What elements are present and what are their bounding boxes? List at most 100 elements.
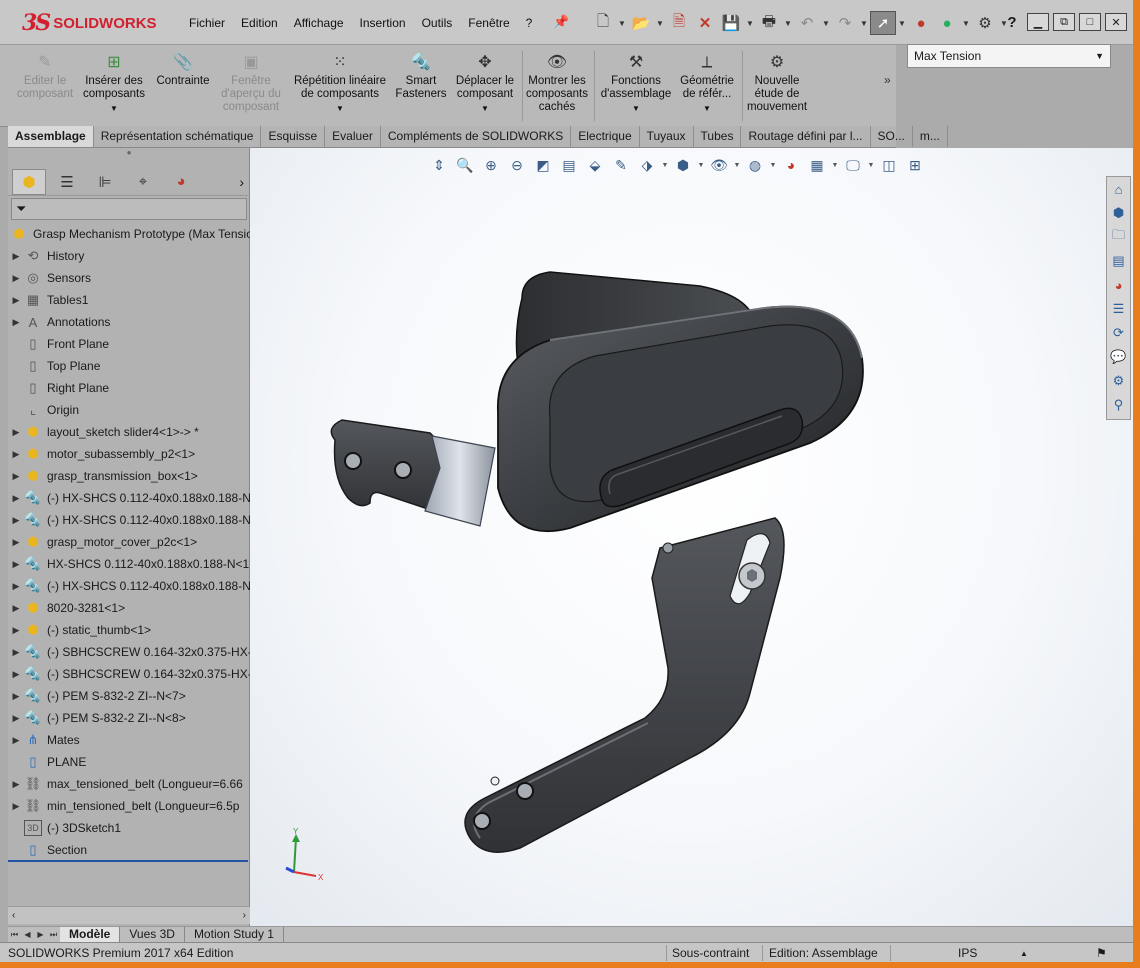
expand-arrow-icon[interactable]: ▶	[8, 251, 24, 262]
select-cursor-icon[interactable]: ➚	[870, 11, 896, 35]
expand-arrow-icon[interactable]: ▶	[8, 779, 24, 790]
reference-geometry-button[interactable]: ⟂ Géométrie de référ... ▼	[676, 45, 738, 125]
scroll-right-icon[interactable]: ›	[243, 910, 246, 921]
ribbon-more-chevron-icon[interactable]: »	[884, 73, 891, 87]
tree-item[interactable]: ▶ ⛓ min_tensioned_belt (Longueur=6.5p	[8, 795, 250, 817]
menu-affichage[interactable]: Affichage	[286, 14, 352, 32]
linear-pattern-button[interactable]: ⁙ Répétition linéaire de composants ▼	[288, 45, 392, 125]
undo-icon[interactable]: ↶	[794, 11, 820, 35]
viewport-close-button[interactable]: ✕	[1087, 148, 1097, 149]
tree-item[interactable]: ▯ Section	[8, 839, 250, 861]
dimxpert-icon[interactable]: ⌖	[126, 169, 160, 195]
open-icon[interactable]: 📂	[628, 11, 654, 35]
four-view-icon[interactable]: ⊞	[902, 154, 928, 176]
feature-tree-icon[interactable]: ⬢	[12, 168, 46, 195]
section-view-icon[interactable]: ◩	[530, 154, 556, 176]
menu-edition[interactable]: Edition	[233, 14, 286, 32]
menu-fenetre[interactable]: Fenêtre	[460, 14, 517, 32]
status-units[interactable]: IPS	[958, 946, 977, 960]
tree-item[interactable]: ▶ A Annotations	[8, 311, 250, 333]
previous-icon[interactable]: ◧	[990, 148, 1001, 149]
motion-icon[interactable]: ⚲	[1107, 393, 1130, 417]
tree-item[interactable]: ▶ ⬢ grasp_transmission_box<1>	[8, 465, 250, 487]
rebuild-traffic-icon[interactable]: ●	[934, 11, 960, 35]
tab-representation-schematique[interactable]: Représentation schématique	[94, 126, 262, 147]
apply-scene-icon[interactable]: ⬗	[634, 154, 660, 176]
expand-arrow-icon[interactable]: ▶	[8, 801, 24, 812]
restore-button[interactable]: ⧉	[1053, 13, 1075, 31]
tree-item[interactable]: ▶ 🔩 HX-SHCS 0.112-40x0.188x0.188-N<1	[8, 553, 250, 575]
new-motion-study-button[interactable]: ⚙ Nouvelle étude de mouvement	[744, 45, 810, 125]
assembly-features-button[interactable]: ⚒ Fonctions d'assemblage ▼	[598, 45, 674, 125]
graphics-area[interactable]: ⇕ 🔍 ⊕ ⊖ ◩ ▤ ⬙ ✎ ⬗ ▼ ⬢ ▼ 👁 ▼ ◍ ▼ ◕ ▦ ▼ 🖵 …	[250, 148, 1133, 926]
dropdown-arrow-icon[interactable]: ▼	[336, 102, 344, 115]
tree-item[interactable]: ▶ ⬢ 8020-3281<1>	[8, 597, 250, 619]
smart-fasteners-button[interactable]: 🔩 Smart Fasteners	[392, 45, 450, 125]
new-document-icon[interactable]: 🗋	[590, 11, 616, 35]
tab-m[interactable]: m...	[913, 126, 948, 147]
expand-arrow-icon[interactable]: ▶	[8, 559, 24, 570]
tree-item[interactable]: ▶ ⬢ grasp_motor_cover_p2c<1>	[8, 531, 250, 553]
maximize-button[interactable]: □	[1079, 13, 1101, 31]
close-red-icon[interactable]: ✕	[692, 11, 718, 35]
scroll-left-icon[interactable]: ‹	[12, 910, 15, 921]
expand-arrow-icon[interactable]: ▶	[8, 273, 24, 284]
expand-arrow-icon[interactable]: ▶	[8, 713, 24, 724]
select-dropdown-icon[interactable]: ▼	[896, 11, 908, 35]
mate-button[interactable]: 📎 Contrainte	[150, 45, 216, 125]
prev-tab-icon[interactable]: ◀	[21, 930, 34, 939]
tree-item[interactable]: ▶ 🔩 (-) HX-SHCS 0.112-40x0.188x0.188-N	[8, 575, 250, 597]
minimize-button[interactable]: ▁	[1027, 13, 1049, 31]
tree-item[interactable]: ▶ 🔩 (-) SBHCSCREW 0.164-32x0.375-HX-I	[8, 663, 250, 685]
tree-item[interactable]: ▯ PLANE	[8, 751, 250, 773]
tree-item[interactable]: ▶ ⬢ (-) static_thumb<1>	[8, 619, 250, 641]
insert-components-button[interactable]: ⊞ Insérer des composants ▼	[80, 45, 148, 125]
tree-item[interactable]: ▶ ◎ Sensors	[8, 267, 250, 289]
display-manager-icon[interactable]: ◕	[164, 169, 198, 195]
expand-arrow-icon[interactable]: ▶	[8, 449, 24, 460]
scene-icon[interactable]: ◕	[778, 154, 804, 176]
units-arrow-icon[interactable]: ▲	[1020, 949, 1028, 958]
next-icon[interactable]: ◨	[1016, 148, 1027, 149]
rebuild-dropdown-icon[interactable]: ▼	[960, 11, 972, 35]
close-button[interactable]: ✕	[1105, 13, 1127, 31]
single-view-icon[interactable]: ◫	[876, 154, 902, 176]
dropdown-arrow-icon[interactable]: ▼	[703, 102, 711, 115]
tree-item[interactable]: ▯ Top Plane	[8, 355, 250, 377]
custom-properties-icon[interactable]: ☰	[1107, 297, 1130, 321]
expand-arrow-icon[interactable]: ▶	[8, 493, 24, 504]
monitor-dropdown-icon[interactable]: ▼	[866, 154, 876, 176]
print-dropdown-icon[interactable]: ▼	[782, 11, 794, 35]
configuration-manager-icon[interactable]: ⊫	[88, 169, 122, 195]
view-settings-dropdown-icon[interactable]: ▼	[830, 154, 840, 176]
component-preview-button[interactable]: ▣ Fenêtre d'aperçu du composant	[216, 45, 286, 125]
first-tab-icon[interactable]: ⏮	[8, 930, 21, 940]
tree-item[interactable]: ▶ 🔩 (-) SBHCSCREW 0.164-32x0.375-HX-I	[8, 641, 250, 663]
redo-dropdown-icon[interactable]: ▼	[858, 11, 870, 35]
new-dropdown-icon[interactable]: ▼	[616, 11, 628, 35]
previous-view-icon[interactable]: ⊖	[504, 154, 530, 176]
expand-arrow-icon[interactable]: ▶	[8, 471, 24, 482]
view-orientation-box-icon[interactable]: ⬙	[582, 154, 608, 176]
tab-assemblage[interactable]: Assemblage	[8, 126, 94, 147]
tree-item[interactable]: ▶ 🔩 (-) PEM S-832-2 ZI--N<8>	[8, 707, 250, 729]
expand-arrow-icon[interactable]: ▶	[8, 427, 24, 438]
dropdown-arrow-icon[interactable]: ▼	[481, 102, 489, 115]
view-settings-icon[interactable]: ▦	[804, 154, 830, 176]
tree-item[interactable]: ▶ ⬢ layout_sketch slider4<1>-> *	[8, 421, 250, 443]
undo-dropdown-icon[interactable]: ▼	[820, 11, 832, 35]
configuration-select[interactable]: Max Tension ▼	[907, 44, 1111, 68]
tab-electrique[interactable]: Electrique	[571, 126, 640, 147]
help-icon[interactable]: ?	[1001, 13, 1023, 31]
dropdown-arrow-icon[interactable]: ▼	[110, 102, 118, 115]
expand-arrow-icon[interactable]: ▶	[8, 647, 24, 658]
edit-appearance-icon[interactable]: ◍	[742, 154, 768, 176]
expand-arrow-icon[interactable]: ▶	[8, 295, 24, 306]
view-orientation-icon[interactable]: ⇕	[426, 154, 452, 176]
tree-item[interactable]: ▶ ⬢ motor_subassembly_p2<1>	[8, 443, 250, 465]
expand-arrow-icon[interactable]: ▶	[8, 625, 24, 636]
expand-arrow-icon[interactable]: ▶	[8, 691, 24, 702]
tree-item[interactable]: ▶ ⛓ max_tensioned_belt (Longueur=6.66	[8, 773, 250, 795]
tree-item[interactable]: ▯ Front Plane	[8, 333, 250, 355]
property-manager-icon[interactable]: ☰	[50, 169, 84, 195]
